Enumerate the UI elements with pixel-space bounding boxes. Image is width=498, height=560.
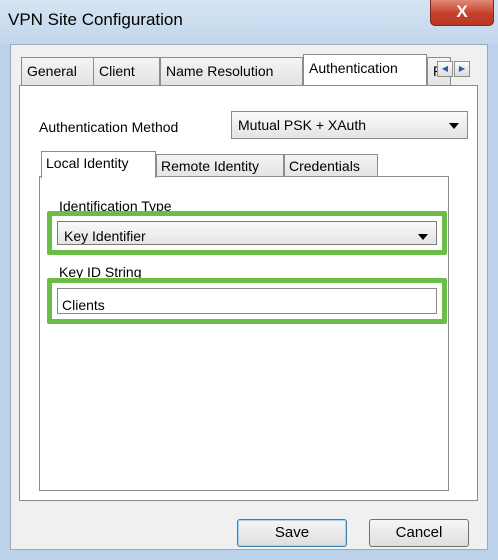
- chevron-down-icon: [418, 234, 428, 240]
- tab-client[interactable]: Client: [93, 57, 160, 85]
- authentication-method-select[interactable]: Mutual PSK + XAuth: [231, 111, 468, 139]
- tab-name-resolution[interactable]: Name Resolution: [160, 57, 303, 85]
- tab-credentials[interactable]: Credentials: [284, 154, 378, 178]
- tab-label: Authentication: [309, 60, 398, 76]
- window-title: VPN Site Configuration: [8, 10, 183, 29]
- cancel-button[interactable]: Cancel: [369, 519, 469, 547]
- key-id-string-input[interactable]: Clients: [57, 288, 437, 314]
- identification-type-select[interactable]: Key Identifier: [57, 221, 437, 245]
- tab-label: Client: [99, 63, 135, 79]
- tab-scroll-left-icon[interactable]: ◀: [437, 61, 453, 77]
- tab-local-identity[interactable]: Local Identity: [41, 151, 156, 178]
- key-id-string-highlight: Clients: [47, 278, 447, 324]
- authentication-method-value: Mutual PSK + XAuth: [238, 117, 367, 133]
- close-icon: X: [456, 2, 468, 21]
- tab-label: Local Identity: [46, 155, 129, 171]
- close-button[interactable]: X: [430, 0, 494, 26]
- dialog-body: General Client Name Resolution Authentic…: [10, 44, 488, 550]
- save-button[interactable]: Save: [237, 519, 347, 547]
- chevron-down-icon: [449, 123, 459, 129]
- key-id-string-value: Clients: [62, 297, 105, 313]
- title-bar[interactable]: VPN Site Configuration X: [0, 0, 498, 44]
- tab-label: Name Resolution: [166, 63, 274, 79]
- tab-label: Remote Identity: [161, 158, 260, 174]
- tab-authentication[interactable]: Authentication: [303, 54, 427, 85]
- tab-scroll-right-icon[interactable]: ▶: [454, 61, 470, 77]
- tab-remote-identity[interactable]: Remote Identity: [156, 154, 284, 178]
- tab-scroll-arrows: ◀ ▶: [437, 61, 471, 77]
- tab-label: General: [27, 63, 77, 79]
- authentication-method-label: Authentication Method: [39, 119, 179, 135]
- tab-general[interactable]: General: [21, 57, 94, 85]
- identification-type-value: Key Identifier: [64, 228, 146, 244]
- tab-label: Credentials: [289, 158, 360, 174]
- identification-type-highlight: Key Identifier: [47, 211, 447, 255]
- dialog-window: VPN Site Configuration X General Client …: [0, 0, 498, 560]
